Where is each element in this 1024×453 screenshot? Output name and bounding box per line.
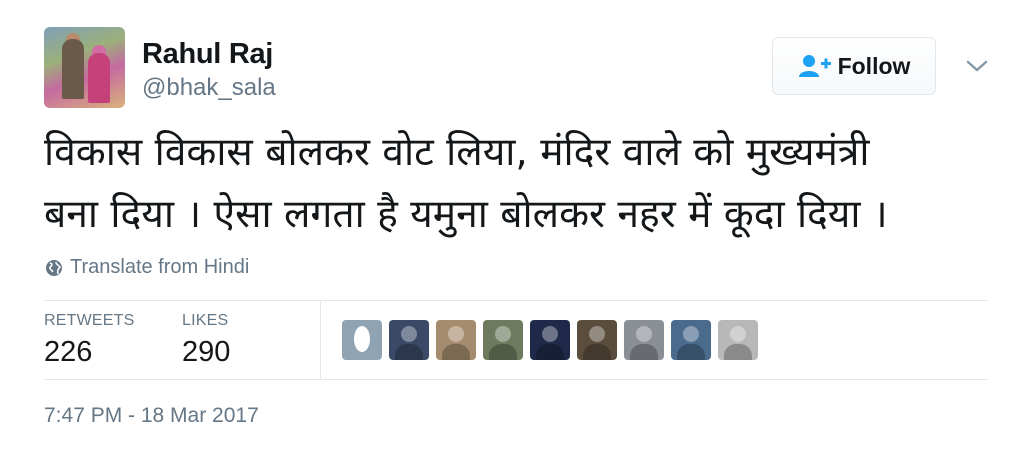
user-handle[interactable]: @bhak_sala xyxy=(142,74,276,102)
liker-avatar-4[interactable] xyxy=(483,320,523,360)
add-user-icon xyxy=(798,53,832,79)
globe-icon xyxy=(44,258,64,278)
more-options-chevron-icon[interactable] xyxy=(962,54,992,78)
retweets-label: RETWEETS xyxy=(44,312,135,329)
translate-link[interactable]: Translate from Hindi xyxy=(44,256,249,279)
liker-avatar-2[interactable] xyxy=(389,320,429,360)
likes-stat[interactable]: LIKES 290 xyxy=(182,312,230,369)
likes-label: LIKES xyxy=(182,312,229,329)
liker-avatar-6[interactable] xyxy=(577,320,617,360)
follow-button-label: Follow xyxy=(837,52,911,79)
liker-avatar-7[interactable] xyxy=(624,320,664,360)
avatar-photo-part xyxy=(62,39,84,99)
stats-bottom-divider xyxy=(44,379,987,380)
stats-vertical-divider xyxy=(320,301,321,379)
retweets-count: 226 xyxy=(44,336,93,368)
liker-avatar-1[interactable] xyxy=(342,320,382,360)
follow-button[interactable]: Follow xyxy=(772,37,936,95)
liker-avatar-3[interactable] xyxy=(436,320,476,360)
liker-avatar-5[interactable] xyxy=(530,320,570,360)
tweet-timestamp[interactable]: 7:47 PM - 18 Mar 2017 xyxy=(44,404,259,428)
liker-avatar-9[interactable] xyxy=(718,320,758,360)
likes-count: 290 xyxy=(182,336,231,368)
user-avatar[interactable] xyxy=(44,27,125,108)
liker-avatar-8[interactable] xyxy=(671,320,711,360)
avatar-photo-part xyxy=(88,53,110,103)
tweet-text: विकास विकास बोलकर वोट लिया, मंदिर वाले क… xyxy=(44,130,888,237)
translate-label: Translate from Hindi xyxy=(70,256,250,278)
likers-avatar-list xyxy=(342,320,758,360)
stats-top-divider xyxy=(44,300,987,301)
retweets-stat[interactable]: RETWEETS 226 xyxy=(44,312,135,369)
user-display-name[interactable]: Rahul Raj xyxy=(142,38,273,71)
